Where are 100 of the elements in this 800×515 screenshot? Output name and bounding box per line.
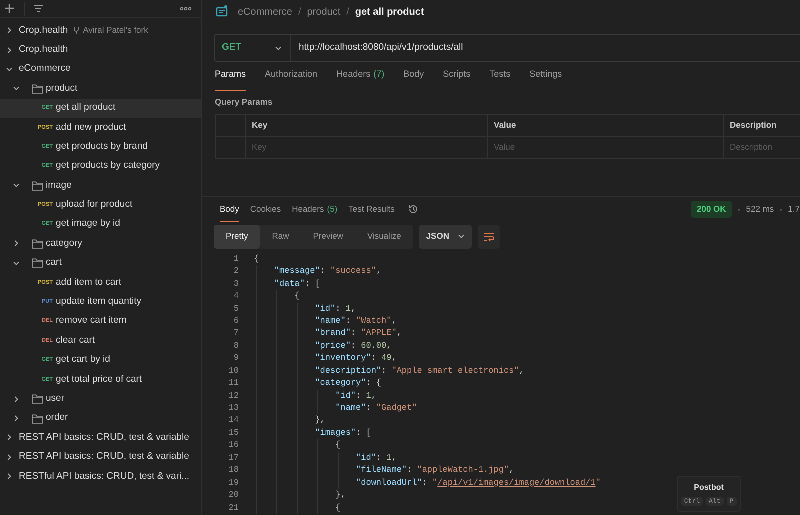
- code-line: "inventory": 49,: [254, 352, 397, 365]
- method-dropdown[interactable]: GET: [215, 35, 291, 61]
- tree-item[interactable]: REST API basics: CRUD, test & variable: [0, 428, 201, 448]
- line-number: 21: [228, 502, 239, 514]
- request-name: add item to cart: [56, 276, 122, 290]
- chevron-down-icon[interactable]: [13, 260, 20, 267]
- code-line: "downloadUrl": "/api/v1/images/image/download/1": [254, 476, 601, 490]
- view-mode-tab[interactable]: Preview: [301, 224, 356, 249]
- breadcrumb-current: get all product: [355, 6, 424, 20]
- request-name: upload for product: [56, 198, 133, 212]
- more-icon[interactable]: [180, 6, 192, 10]
- chevron-right-icon[interactable]: [6, 434, 13, 442]
- line-number: 20: [228, 489, 239, 502]
- chevron-down-icon[interactable]: [6, 66, 13, 73]
- view-mode-tab[interactable]: Pretty: [214, 224, 260, 249]
- collection-name: eCommerce: [19, 62, 71, 76]
- request-name: get cart by id: [56, 353, 110, 368]
- tree-item[interactable]: image: [0, 176, 201, 196]
- line-number: 8: [232, 340, 239, 352]
- response-tab[interactable]: Headers (5): [292, 198, 338, 222]
- request-name: get image by id: [56, 217, 120, 232]
- tree-item[interactable]: REST API basics: CRUD, test & variable: [0, 448, 201, 467]
- request-url-field[interactable]: GET http://localhost:8080/api/v1/products/all: [214, 34, 800, 62]
- chevron-right-icon[interactable]: [13, 396, 20, 403]
- code-line: "category": {: [254, 377, 382, 390]
- collection-name: REST API basics: CRUD, test & variable: [19, 430, 190, 445]
- line-number: 16: [228, 439, 239, 452]
- line-number: 17: [228, 452, 239, 464]
- tree-item[interactable]: product: [0, 79, 201, 99]
- chevron-down-icon: [458, 233, 466, 240]
- request-tab[interactable]: Body: [404, 63, 424, 91]
- chevron-right-icon[interactable]: [6, 27, 13, 34]
- request-tab[interactable]: Scripts: [443, 63, 471, 91]
- param-input[interactable]: Value: [488, 136, 723, 158]
- filter-icon[interactable]: [33, 4, 44, 13]
- code-line: "images": [: [254, 426, 372, 440]
- tree-item[interactable]: user: [0, 389, 201, 409]
- column-header: Value: [494, 118, 516, 132]
- request-tab[interactable]: Headers (7): [336, 63, 385, 91]
- param-input[interactable]: Key: [246, 136, 487, 158]
- request-tab[interactable]: Tests: [490, 63, 511, 91]
- response-tab[interactable]: Test Results: [348, 198, 395, 222]
- fork-label: Aviral Patel's fork: [83, 24, 148, 38]
- response-tab[interactable]: Cookies: [250, 198, 282, 222]
- code-line: {: [254, 252, 260, 266]
- code-line: },: [254, 489, 346, 502]
- code-line: "name": "Gadget": [254, 402, 418, 414]
- request-tab[interactable]: Params: [215, 63, 246, 91]
- chevron-down-icon[interactable]: [13, 85, 20, 92]
- request-name: get total price of cart: [56, 372, 142, 387]
- request-name: remove cart item: [56, 314, 127, 328]
- breadcrumb-link[interactable]: eCommerce: [238, 4, 292, 20]
- breadcrumb-link[interactable]: product: [307, 4, 341, 20]
- request-tab[interactable]: Authorization: [265, 63, 318, 91]
- chevron-right-icon[interactable]: [6, 454, 13, 461]
- format-dropdown[interactable]: JSON: [419, 224, 472, 249]
- history-icon[interactable]: [408, 204, 419, 216]
- folder-icon: [32, 238, 43, 249]
- code-line: "price": 60.00,: [254, 340, 392, 352]
- chevron-down-icon[interactable]: [13, 182, 20, 190]
- folder-name: image: [46, 178, 72, 193]
- collection-name: RESTful API basics: CRUD, test & vari...: [19, 470, 190, 484]
- tree-item[interactable]: cart: [0, 254, 201, 274]
- wrap-button[interactable]: [478, 224, 500, 249]
- postbot-title: Postbot: [694, 482, 724, 494]
- code-line: {: [254, 290, 300, 302]
- response-tab[interactable]: Body: [220, 198, 240, 222]
- view-mode-tab[interactable]: Raw: [260, 224, 302, 249]
- query-params-title: Query Params: [214, 96, 274, 109]
- line-number: 19: [228, 476, 239, 490]
- line-number: 9: [232, 352, 239, 365]
- plus-icon[interactable]: [4, 3, 15, 14]
- line-number: 15: [228, 426, 239, 440]
- chevron-right-icon[interactable]: [6, 473, 13, 480]
- tree-item[interactable]: eCommerce: [0, 60, 201, 80]
- code-line: },: [254, 414, 326, 427]
- response-time: 522 ms: [746, 203, 774, 216]
- line-number: 3: [232, 278, 239, 290]
- code-line: "brand": "APPLE",: [254, 327, 402, 340]
- folder-name: order: [46, 411, 68, 426]
- collection-name: Crop.health: [19, 42, 68, 57]
- request-name: get products by category: [56, 159, 160, 174]
- response-size: 1.7: [788, 203, 800, 216]
- tree-item[interactable]: RESTful API basics: CRUD, test & vari...: [0, 466, 201, 486]
- tree-item[interactable]: Crop.health: [0, 40, 201, 60]
- view-mode-tab[interactable]: Visualize: [355, 224, 414, 249]
- chevron-right-icon[interactable]: [6, 46, 13, 54]
- param-input[interactable]: Description: [724, 136, 800, 158]
- tree-item[interactable]: Crop.health Aviral Patel's fork: [0, 21, 201, 40]
- chevron-right-icon[interactable]: [13, 240, 20, 248]
- folder-icon: [32, 414, 43, 424]
- chevron-down-icon: [275, 44, 282, 52]
- request-name: get products by brand: [56, 140, 148, 154]
- tree-item[interactable]: order: [0, 408, 201, 428]
- line-number: 14: [228, 414, 239, 427]
- tree-item[interactable]: category: [0, 234, 201, 254]
- request-tab[interactable]: Settings: [530, 63, 562, 91]
- request-name: get all product: [56, 101, 116, 116]
- collection-name: REST API basics: CRUD, test & variable: [19, 450, 190, 464]
- chevron-right-icon[interactable]: [13, 415, 20, 422]
